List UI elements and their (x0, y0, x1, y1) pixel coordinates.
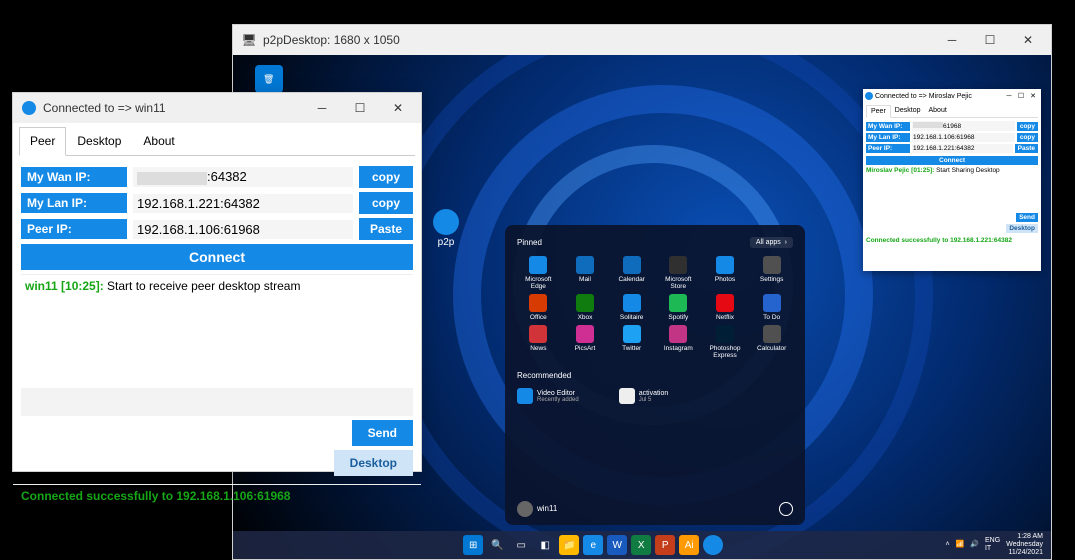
log-area: Miroslav Pejic [01:25]: Start Sharing De… (866, 167, 1038, 211)
word-icon[interactable]: W (607, 535, 627, 555)
app-icon (21, 100, 37, 116)
illustrator-icon[interactable]: Ai (679, 535, 699, 555)
copy-button[interactable]: copy (359, 192, 413, 214)
minimize-button[interactable]: ─ (1003, 93, 1015, 100)
pinned-app[interactable]: Xbox (564, 294, 607, 321)
pinned-app[interactable]: To Do (750, 294, 793, 321)
maximize-button[interactable]: ☐ (1015, 92, 1027, 100)
p2p-title: Connected to => win11 (43, 101, 303, 115)
pinned-app[interactable]: Calendar (610, 256, 653, 290)
status-text: Connected successfully to 192.168.1.106:… (13, 484, 421, 507)
wan-ip-value[interactable]: :64382 (133, 167, 353, 186)
pinned-app[interactable]: Netflix (704, 294, 747, 321)
maximize-button[interactable]: ☐ (971, 26, 1009, 54)
log-area: win11 [10:25]: Start to receive peer des… (21, 274, 413, 384)
tab-desktop[interactable]: Desktop (891, 105, 925, 117)
start-user[interactable]: win11 (517, 501, 557, 517)
minimize-button[interactable]: ─ (303, 94, 341, 122)
pinned-app[interactable]: Instagram (657, 325, 700, 359)
volume-icon[interactable]: 🔊 (970, 541, 979, 549)
peer-ip-value[interactable]: 192.168.1.221:64382 (912, 144, 1013, 153)
peer-ip-label: Peer IP: (21, 219, 127, 239)
pinned-app[interactable]: PicsArt (564, 325, 607, 359)
wifi-icon[interactable]: 📶 (956, 541, 965, 549)
power-icon[interactable] (779, 502, 793, 516)
tab-peer[interactable]: Peer (19, 127, 66, 156)
p2p-taskbar-icon[interactable] (703, 535, 723, 555)
copy-button[interactable]: copy (1017, 122, 1038, 131)
pinned-app[interactable]: Microsoft Store (657, 256, 700, 290)
pinned-app[interactable]: Solitaire (610, 294, 653, 321)
explorer-icon[interactable]: 📁 (559, 535, 579, 555)
close-button[interactable]: ✕ (1009, 26, 1047, 54)
copy-button[interactable]: copy (1017, 133, 1038, 142)
maximize-button[interactable]: ☐ (341, 94, 379, 122)
tab-about[interactable]: About (924, 105, 950, 117)
remote-title: p2pDesktop: 1680 x 1050 (263, 33, 933, 47)
connect-button[interactable]: Connect (21, 244, 413, 270)
tab-about[interactable]: About (132, 127, 185, 155)
recommended-label: Recommended (517, 371, 571, 380)
pinned-app[interactable]: Mail (564, 256, 607, 290)
tab-peer[interactable]: Peer (866, 105, 891, 118)
pinned-app[interactable]: News (517, 325, 560, 359)
recommended-item[interactable]: activationJul 5 (619, 388, 669, 404)
clock[interactable]: 1:28 AMWednesday11/24/2021 (1006, 533, 1043, 556)
p2p-titlebar[interactable]: Connected to => win11 ─ ☐ ✕ (13, 93, 421, 123)
desktop-button[interactable]: Desktop (334, 450, 413, 476)
pinned-label: Pinned (517, 238, 542, 247)
tray-chevron-icon[interactable]: ˄ (945, 541, 949, 549)
paste-button[interactable]: Paste (359, 218, 413, 240)
close-button[interactable]: ✕ (379, 94, 417, 122)
pinned-app[interactable]: Twitter (610, 325, 653, 359)
lan-ip-value[interactable]: 192.168.1.221:64382 (133, 194, 353, 213)
desktop-button[interactable]: Desktop (1006, 224, 1038, 233)
powerpoint-icon[interactable]: P (655, 535, 675, 555)
wan-ip-label: My Wan IP: (21, 167, 127, 187)
message-input[interactable] (21, 388, 413, 416)
language-indicator[interactable]: ENG IT (985, 537, 1000, 552)
close-button[interactable]: ✕ (1027, 92, 1039, 100)
connect-button[interactable]: Connect (866, 156, 1038, 165)
p2p-client-window: Connected to => win11 ─ ☐ ✕ Peer Desktop… (12, 92, 422, 472)
pinned-apps-grid: Microsoft EdgeMailCalendarMicrosoft Stor… (517, 256, 793, 359)
remote-p2p-window: Connected to => Miroslav Pejic ─ ☐ ✕ Pee… (863, 89, 1041, 271)
paste-button[interactable]: Paste (1015, 144, 1038, 153)
widgets-icon[interactable]: ◧ (535, 535, 555, 555)
pinned-app[interactable]: Office (517, 294, 560, 321)
pinned-app[interactable]: Settings (750, 256, 793, 290)
taskview-icon[interactable]: ▭ (511, 535, 531, 555)
minimize-button[interactable]: ─ (933, 26, 971, 54)
app-icon (865, 92, 873, 100)
start-button[interactable]: ⊞ (463, 535, 483, 555)
remote-p2p-titlebar[interactable]: Connected to => Miroslav Pejic ─ ☐ ✕ (863, 89, 1041, 103)
excel-icon[interactable]: X (631, 535, 651, 555)
remote-titlebar[interactable]: 🖥 p2pDesktop: 1680 x 1050 ─ ☐ ✕ (233, 25, 1051, 55)
pinned-app[interactable]: Microsoft Edge (517, 256, 560, 290)
wan-ip-value[interactable]: 61968 (912, 121, 1015, 131)
all-apps-button[interactable]: All apps › (750, 237, 793, 248)
taskbar: ⊞ 🔍 ▭ ◧ 📁 e W X P Ai ˄ 📶 🔊 ENG IT 1:28 A… (233, 531, 1051, 559)
search-icon[interactable]: 🔍 (487, 535, 507, 555)
status-text: Connected successfully to 192.168.1.221:… (863, 235, 1041, 246)
start-menu: Pinned All apps › Microsoft EdgeMailCale… (505, 225, 805, 525)
edge-icon[interactable]: e (583, 535, 603, 555)
pinned-app[interactable]: Photos (704, 256, 747, 290)
avatar-icon (517, 501, 533, 517)
send-button[interactable]: Send (1016, 213, 1038, 222)
lan-ip-label: My Lan IP: (21, 193, 127, 213)
peer-ip-input[interactable]: 192.168.1.106:61968 (133, 220, 353, 239)
monitor-icon: 🖥 (241, 32, 257, 48)
recommended-item[interactable]: Video EditorRecently added (517, 388, 579, 404)
pinned-app[interactable]: Spotify (657, 294, 700, 321)
pinned-app[interactable]: Calculator (750, 325, 793, 359)
copy-button[interactable]: copy (359, 166, 413, 188)
tab-desktop[interactable]: Desktop (66, 127, 132, 155)
lan-ip-value[interactable]: 192.168.1.106:61968 (912, 133, 1015, 142)
p2p-desktop-icon[interactable]: p2p (433, 209, 459, 248)
send-button[interactable]: Send (352, 420, 413, 446)
pinned-app[interactable]: Photoshop Express (704, 325, 747, 359)
